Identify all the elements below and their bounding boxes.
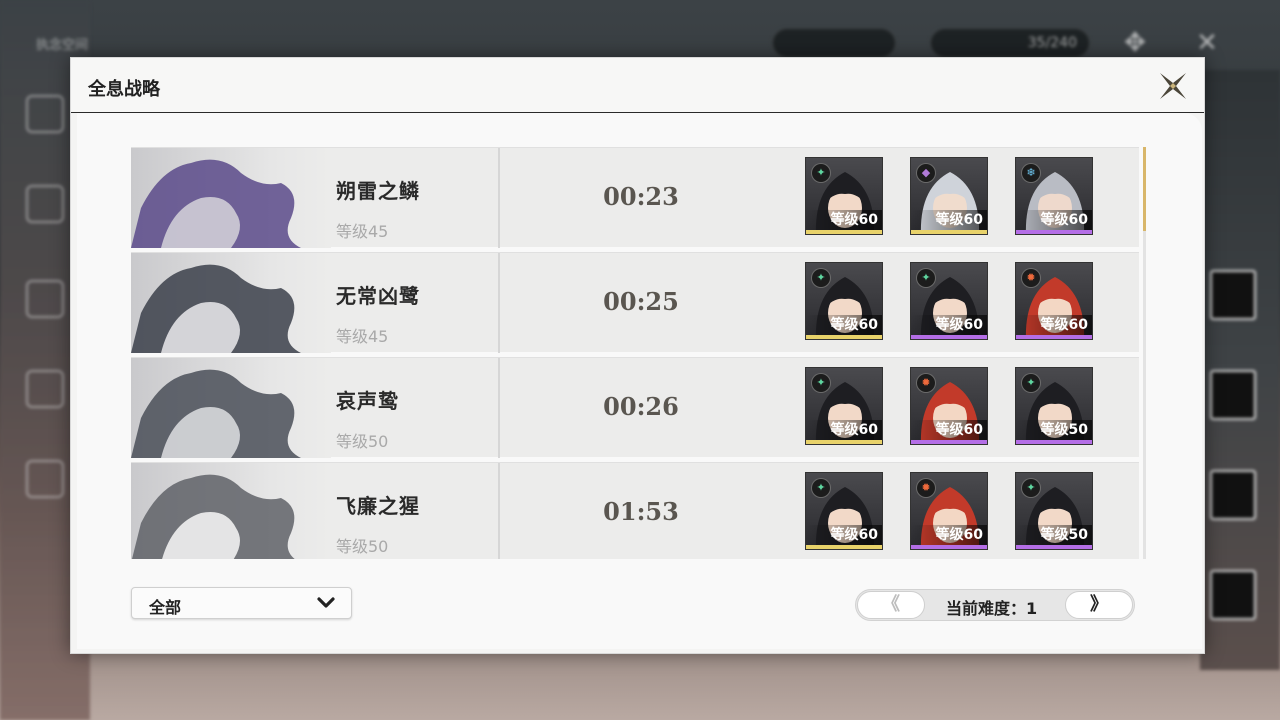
boss-level: 等级45 (336, 222, 389, 241)
fusion-element-icon: ✹ (916, 478, 936, 498)
background-card (1210, 470, 1256, 520)
team-member-card[interactable]: ✦ 等级60 (805, 367, 883, 445)
team-member-card[interactable]: ✹ 等级60 (910, 472, 988, 550)
list-scrollbar[interactable] (1143, 147, 1146, 559)
background-close-icon: ✕ (1196, 28, 1218, 58)
team-member-card[interactable]: ✦ 等级60 (805, 472, 883, 550)
background-stamina-pill: 35/240 (930, 28, 1090, 58)
aero-element-icon: ✦ (811, 163, 831, 183)
strategy-entry[interactable]: 朔雷之鳞 等级45 00:23 ✦ 等级60 ◆ 等级60 ❄ 等级60 (131, 147, 1139, 248)
boss-silhouette-icon (131, 159, 301, 248)
fusion-element-icon: ✹ (916, 373, 936, 393)
background-card (1210, 370, 1256, 420)
character-level: 等级60 (1016, 210, 1092, 230)
aero-element-icon: ✦ (1021, 478, 1041, 498)
filter-selected-value: 全部 (149, 598, 182, 617)
clear-time: 01:53 (603, 497, 679, 526)
character-level: 等级60 (1016, 315, 1092, 335)
boss-portrait (131, 358, 331, 458)
clear-time: 00:23 (603, 182, 679, 211)
row-divider (498, 253, 500, 353)
background-menu-icon (26, 370, 64, 408)
team-member-card[interactable]: ✹ 等级60 (910, 367, 988, 445)
character-level: 等级60 (806, 420, 882, 440)
character-level: 等级60 (806, 315, 882, 335)
boss-name: 飞廉之猩 (336, 494, 420, 518)
team-member-card[interactable]: ✦ 等级60 (910, 262, 988, 340)
boss-portrait (131, 253, 331, 353)
strategy-entry[interactable]: 飞廉之猩 等级50 01:53 ✦ 等级60 ✹ 等级60 ✦ 等级50 (131, 462, 1139, 559)
character-level: 等级50 (1016, 525, 1092, 545)
boss-silhouette-icon (131, 369, 301, 458)
background-menu-icon (26, 95, 64, 133)
background-title: 执念空间 (36, 38, 89, 53)
boss-name: 哀声鸷 (336, 389, 399, 413)
boss-silhouette-icon (132, 474, 295, 559)
row-divider (498, 148, 500, 248)
strategy-entry[interactable]: 无常凶鹭 等级45 00:25 ✦ 等级60 ✦ 等级60 ✹ 等级60 (131, 252, 1139, 353)
clear-time: 00:26 (603, 392, 679, 421)
character-level: 等级60 (911, 315, 987, 335)
clear-time: 00:25 (603, 287, 679, 316)
background-card (1210, 570, 1256, 620)
boss-level: 等级45 (336, 327, 389, 346)
row-divider (498, 463, 500, 559)
team-member-card[interactable]: ✹ 等级60 (1015, 262, 1093, 340)
team-member-card[interactable]: ✦ 等级50 (1015, 472, 1093, 550)
character-level: 等级60 (911, 210, 987, 230)
aero-element-icon: ✦ (811, 268, 831, 288)
row-divider (498, 358, 500, 458)
filter-dropdown[interactable]: 全部 (131, 587, 352, 619)
boss-silhouette-icon (131, 264, 301, 353)
havoc-element-icon: ◆ (916, 163, 936, 183)
boss-name: 无常凶鹭 (336, 284, 420, 308)
team-member-card[interactable]: ✦ 等级50 (1015, 367, 1093, 445)
aero-element-icon: ✦ (916, 268, 936, 288)
boss-level: 等级50 (336, 432, 389, 451)
scrollbar-thumb[interactable] (1143, 147, 1146, 231)
boss-name: 朔雷之鳞 (336, 179, 420, 203)
background-menu-icon (26, 460, 64, 498)
character-level: 等级60 (806, 525, 882, 545)
strategy-list[interactable]: 朔雷之鳞 等级45 00:23 ✦ 等级60 ◆ 等级60 ❄ 等级60 无常凶鹭 等级4… (131, 147, 1139, 559)
chevron-down-icon (317, 597, 335, 608)
character-level: 等级60 (911, 420, 987, 440)
previous-difficulty-button[interactable]: 《 (857, 591, 925, 619)
character-level: 等级60 (806, 210, 882, 230)
team-member-card[interactable]: ◆ 等级60 (910, 157, 988, 235)
team-member-card[interactable]: ✦ 等级60 (805, 262, 883, 340)
boss-level: 等级50 (336, 537, 389, 556)
dialog-content: 朔雷之鳞 等级45 00:23 ✦ 等级60 ◆ 等级60 ❄ 等级60 无常凶鹭 等级4… (70, 57, 1205, 654)
current-difficulty-label: 当前难度：1 (946, 599, 1038, 618)
aero-element-icon: ✦ (811, 478, 831, 498)
team-member-card[interactable]: ❄ 等级60 (1015, 157, 1093, 235)
difficulty-pager: 《 当前难度：1 》 (855, 589, 1135, 621)
character-level: 等级50 (1016, 420, 1092, 440)
next-difficulty-button[interactable]: 》 (1065, 591, 1133, 619)
team-member-card[interactable]: ✦ 等级60 (805, 157, 883, 235)
background-menu-icon (26, 280, 64, 318)
strategy-entry[interactable]: 哀声鸷 等级50 00:26 ✦ 等级60 ✹ 等级60 ✦ 等级50 (131, 357, 1139, 458)
boss-portrait (131, 148, 331, 248)
character-level: 等级60 (911, 525, 987, 545)
aero-element-icon: ✦ (811, 373, 831, 393)
background-currency-pill (772, 28, 896, 58)
glacio-element-icon: ❄ (1021, 163, 1041, 183)
fusion-element-icon: ✹ (1021, 268, 1041, 288)
boss-portrait (131, 463, 331, 559)
background-settings-icon: ✥ (1124, 28, 1146, 58)
aero-element-icon: ✦ (1021, 373, 1041, 393)
background-menu-icon (26, 185, 64, 223)
background-card (1210, 270, 1256, 320)
